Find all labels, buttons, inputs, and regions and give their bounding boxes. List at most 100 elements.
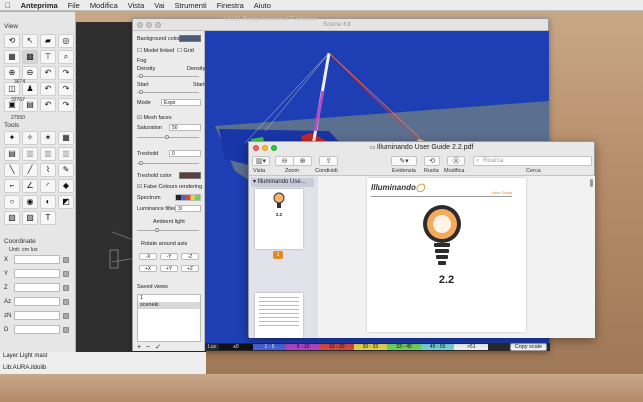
rotate-plus-z-button[interactable]: +Z xyxy=(181,265,199,272)
coord-z-input[interactable] xyxy=(14,283,60,292)
redo-camera-icon[interactable]: ↷ xyxy=(58,98,74,112)
redo-view-icon[interactable]: ↷ xyxy=(58,66,74,80)
menu-finestra[interactable]: Finestra xyxy=(212,1,249,10)
slider-knob[interactable] xyxy=(165,135,169,139)
search-input[interactable]: ⌕ Ricerca xyxy=(473,156,592,166)
menu-vista[interactable]: Vista xyxy=(123,1,150,10)
share-icon[interactable]: ⇪ xyxy=(319,156,338,166)
grid-checkbox[interactable]: ☐ Grid xyxy=(177,48,194,54)
rotate-minus-x-button[interactable]: -X xyxy=(139,253,157,260)
rotate-plus-y-button[interactable]: +Y xyxy=(160,265,178,272)
saved-view-item[interactable]: sceneki xyxy=(138,302,200,309)
car-icon[interactable]: ▰ xyxy=(40,34,56,48)
apple-menu-icon[interactable]:  xyxy=(0,1,16,10)
document-view[interactable]: Illuminando◯ User Guide 2.2 xyxy=(318,176,595,338)
lock-icon[interactable] xyxy=(63,284,69,291)
saturation-input[interactable]: 50 xyxy=(169,124,201,131)
ambient-light-slider[interactable] xyxy=(137,228,199,232)
target-icon[interactable]: ◎ xyxy=(58,34,74,48)
coord-d-input[interactable] xyxy=(14,325,60,334)
saturation-slider[interactable] xyxy=(137,135,199,139)
zoom-out-icon[interactable]: ⊖ xyxy=(22,66,38,80)
zoom-in-icon[interactable]: ⊕ xyxy=(4,66,20,80)
text-icon[interactable]: T xyxy=(40,211,56,225)
scrollbar-thumb[interactable] xyxy=(590,179,593,187)
table4-icon[interactable]: ▥ xyxy=(58,147,74,161)
close-button[interactable] xyxy=(137,22,143,28)
coord-y-input[interactable] xyxy=(14,269,60,278)
table2-icon[interactable]: ▥ xyxy=(22,147,38,161)
lock-icon[interactable] xyxy=(63,326,69,333)
rotate-view-icon[interactable]: ⟲ xyxy=(4,34,20,48)
undo-icon[interactable]: ↶ xyxy=(40,82,56,96)
redo-icon[interactable]: ↷ xyxy=(58,82,74,96)
photo-icon[interactable]: ▧ xyxy=(4,211,20,225)
menu-strumenti[interactable]: Strumenti xyxy=(170,1,212,10)
markup-icon[interactable]: Ⓐ xyxy=(447,156,465,166)
background-color-swatch[interactable] xyxy=(179,35,201,42)
mode-select[interactable]: Expo xyxy=(161,99,201,106)
light-tool-icon[interactable]: ✦ xyxy=(4,131,20,145)
treshold-color-swatch[interactable] xyxy=(179,172,201,179)
coord-x-input[interactable] xyxy=(14,255,60,264)
remove-view-button[interactable]: − xyxy=(146,344,150,351)
minimize-button[interactable] xyxy=(262,145,268,151)
grid-large-icon[interactable]: ▩ xyxy=(22,50,38,64)
rotate-minus-y-button[interactable]: -Y xyxy=(160,253,178,260)
calc-grid-icon[interactable]: ▦ xyxy=(58,131,74,145)
coord-az-input[interactable] xyxy=(14,297,60,306)
luminance-filter-select[interactable]: 3/ xyxy=(175,205,201,212)
angle-icon[interactable]: ∠ xyxy=(22,179,38,193)
menu-file[interactable]: File xyxy=(63,1,85,10)
road-icon[interactable]: ⊤ xyxy=(40,50,56,64)
rotate-minus-z-button[interactable]: -Z xyxy=(181,253,199,260)
corner-icon[interactable]: ⌐ xyxy=(4,179,20,193)
zoom-in-icon[interactable]: ⊕ xyxy=(293,156,312,166)
lock-icon[interactable] xyxy=(63,256,69,263)
bulb3-icon[interactable]: ◐ xyxy=(40,195,56,209)
spectrum-select[interactable] xyxy=(175,194,201,201)
table3-icon[interactable]: ▥ xyxy=(40,147,56,161)
false-colours-checkbox[interactable]: ☑ False Colours rendering xyxy=(137,184,202,190)
polyline-icon[interactable]: ⌇ xyxy=(40,163,56,177)
pen-icon[interactable]: ✎ xyxy=(58,163,74,177)
page-thumbnail[interactable]: 2.2 xyxy=(255,189,303,249)
page-thumbnail[interactable] xyxy=(255,293,303,338)
menu-vai[interactable]: Vai xyxy=(149,1,169,10)
slider-knob[interactable] xyxy=(155,228,159,232)
lock-icon[interactable] xyxy=(63,298,69,305)
slider-knob[interactable] xyxy=(139,74,143,78)
treshold-input[interactable]: 0 xyxy=(169,150,201,157)
slider-knob[interactable] xyxy=(139,90,143,94)
lock-icon[interactable] xyxy=(63,312,69,319)
add-view-button[interactable]: + xyxy=(137,344,141,351)
menu-aiuto[interactable]: Aiuto xyxy=(249,1,276,10)
cube-icon[interactable]: ◩ xyxy=(58,195,74,209)
menu-app-name[interactable]: Anteprima xyxy=(16,1,63,10)
model-linked-checkbox[interactable]: ☐ Model linked xyxy=(137,48,174,54)
undo-view-icon[interactable]: ↶ xyxy=(40,66,56,80)
coord-zn-input[interactable] xyxy=(14,311,60,320)
lock-icon[interactable] xyxy=(63,270,69,277)
zoom-button[interactable] xyxy=(271,145,277,151)
edit-view-button[interactable]: ✓ xyxy=(155,344,161,351)
slider-knob[interactable] xyxy=(139,161,143,165)
line-icon[interactable]: ╲ xyxy=(4,163,20,177)
highlight-icon[interactable]: ✎▾ xyxy=(391,156,417,166)
copy-scale-button[interactable]: Copy scale xyxy=(509,343,547,351)
menu-modifica[interactable]: Modifica xyxy=(85,1,123,10)
photo2-icon[interactable]: ▨ xyxy=(22,211,38,225)
search-icon[interactable]: ⌕ xyxy=(58,50,74,64)
treshold-slider[interactable] xyxy=(137,161,199,165)
minimize-button[interactable] xyxy=(146,22,152,28)
zoom-button[interactable] xyxy=(155,22,161,28)
mesh-faces-checkbox[interactable]: ☑ Mesh faces xyxy=(137,115,172,121)
close-button[interactable] xyxy=(253,145,259,151)
sidebar-header[interactable]: ▾ Illuminando Use... xyxy=(251,178,314,187)
pointer-icon[interactable]: ↖ xyxy=(22,34,38,48)
arc-icon[interactable]: ◜ xyxy=(40,179,56,193)
zoom-out-icon[interactable]: ⊖ xyxy=(275,156,294,166)
undo-camera-icon[interactable]: ↶ xyxy=(40,98,56,112)
bulb-icon[interactable]: ○ xyxy=(4,195,20,209)
table-icon[interactable]: ▤ xyxy=(4,147,20,161)
